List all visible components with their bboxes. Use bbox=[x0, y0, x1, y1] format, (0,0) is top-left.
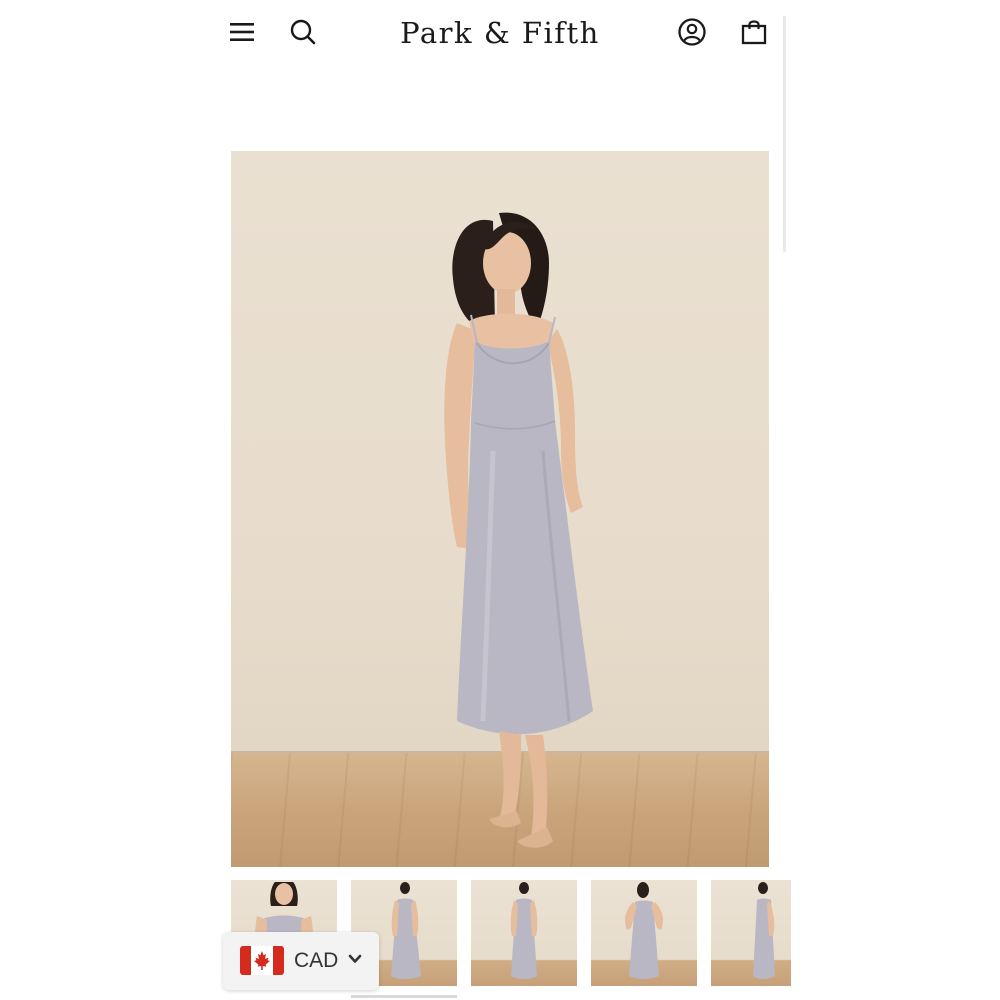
side-view-thumbnail[interactable] bbox=[711, 880, 791, 986]
canada-flag-icon bbox=[240, 946, 284, 975]
shopping-bag-icon[interactable] bbox=[736, 14, 772, 50]
account-icon[interactable] bbox=[674, 14, 710, 50]
chevron-down-icon bbox=[347, 951, 363, 972]
hamburger-menu-icon[interactable] bbox=[224, 14, 260, 50]
main-product-image[interactable] bbox=[231, 151, 769, 867]
currency-selector[interactable]: CAD bbox=[223, 932, 379, 990]
product-page: Park & Fifth CAD bbox=[0, 0, 1000, 1000]
front-straight-thumbnail[interactable] bbox=[471, 880, 577, 986]
search-icon[interactable] bbox=[285, 14, 321, 50]
currency-code: CAD bbox=[294, 949, 339, 972]
site-header: Park & Fifth bbox=[0, 0, 1000, 252]
brand-logo[interactable]: Park & Fifth bbox=[380, 14, 620, 52]
model-illustration bbox=[444, 212, 593, 848]
back-view-thumbnail[interactable] bbox=[591, 880, 697, 986]
thumbnail-scroll-indicator bbox=[351, 995, 457, 998]
scrollbar[interactable] bbox=[783, 16, 786, 252]
